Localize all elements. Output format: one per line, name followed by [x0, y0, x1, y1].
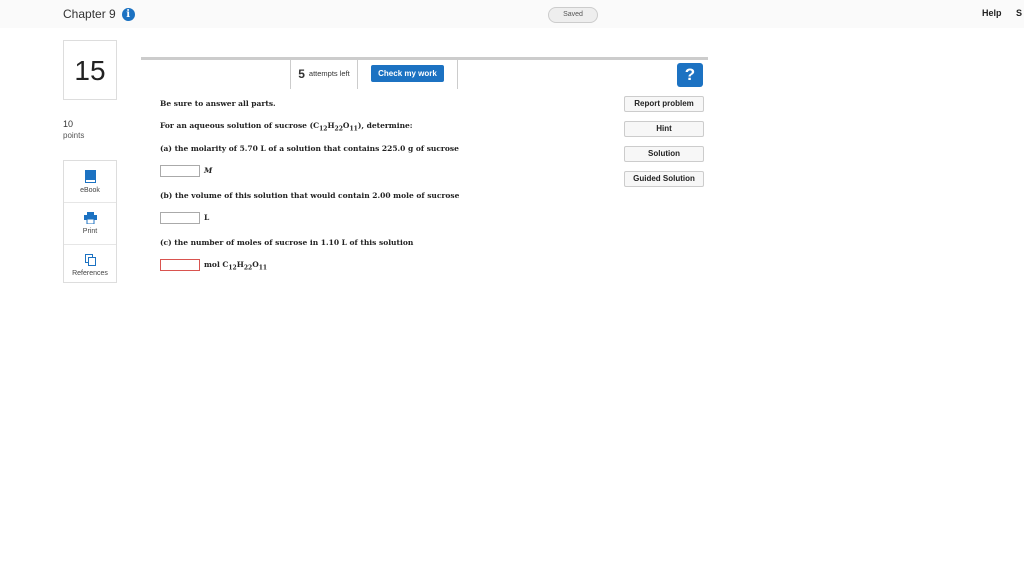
- answer-c-input[interactable]: [160, 259, 200, 271]
- unit-c: mol C12H22O11: [204, 260, 268, 272]
- print-label: Print: [82, 228, 98, 235]
- book-icon: [84, 169, 96, 183]
- ebook-label: eBook: [80, 186, 100, 194]
- points-label: points: [63, 131, 85, 140]
- attempts-indicator: 5 attempts left: [290, 58, 358, 89]
- help-link[interactable]: Help: [982, 8, 1002, 18]
- references-tool[interactable]: References: [64, 245, 116, 286]
- solution-button[interactable]: Solution: [624, 146, 704, 162]
- check-my-work-button[interactable]: Check my work: [371, 65, 444, 82]
- part-a-text: (a) the molarity of 5.70 L of a solution…: [160, 144, 459, 153]
- points-value: 10: [63, 119, 74, 129]
- problem-intro: For an aqueous solution of sucrose (C12H…: [160, 121, 413, 133]
- ebook-tool[interactable]: eBook: [64, 161, 116, 203]
- copy-icon: [84, 254, 96, 266]
- unit-a: M: [204, 166, 213, 175]
- top-bar: Chapter 9 i Saved Help S: [0, 0, 1024, 28]
- print-tool[interactable]: Print: [64, 203, 116, 245]
- attempts-label: attempts left: [308, 69, 350, 78]
- answer-a-input[interactable]: [160, 165, 200, 177]
- hint-button[interactable]: Hint: [624, 121, 704, 137]
- tools-panel: eBook Print References: [63, 160, 117, 283]
- guided-solution-button[interactable]: Guided Solution: [624, 171, 704, 187]
- saved-status: Saved: [548, 7, 598, 23]
- question-number: 15: [63, 40, 117, 100]
- part-b-text: (b) the volume of this solution that wou…: [160, 191, 460, 200]
- references-label: References: [72, 270, 108, 277]
- side-buttons: Report problem Hint Solution Guided Solu…: [624, 96, 704, 196]
- unit-b: L: [204, 213, 210, 222]
- header-truncated-link[interactable]: S: [1016, 8, 1022, 18]
- check-work-cell: Check my work: [358, 58, 458, 89]
- printer-icon: [83, 212, 97, 224]
- attempts-count: 5: [298, 66, 305, 81]
- question-mark-help-icon[interactable]: ?: [677, 63, 703, 87]
- chapter-label: Chapter 9: [63, 7, 116, 21]
- chapter-title[interactable]: Chapter 9 i: [63, 7, 135, 21]
- part-c-text: (c) the number of moles of sucrose in 1.…: [160, 238, 414, 247]
- instruction-text: Be sure to answer all parts.: [160, 99, 276, 108]
- question-toolbar: 5 attempts left Check my work: [290, 58, 458, 89]
- answer-b-input[interactable]: [160, 212, 200, 224]
- info-icon[interactable]: i: [121, 7, 135, 21]
- report-problem-button[interactable]: Report problem: [624, 96, 704, 112]
